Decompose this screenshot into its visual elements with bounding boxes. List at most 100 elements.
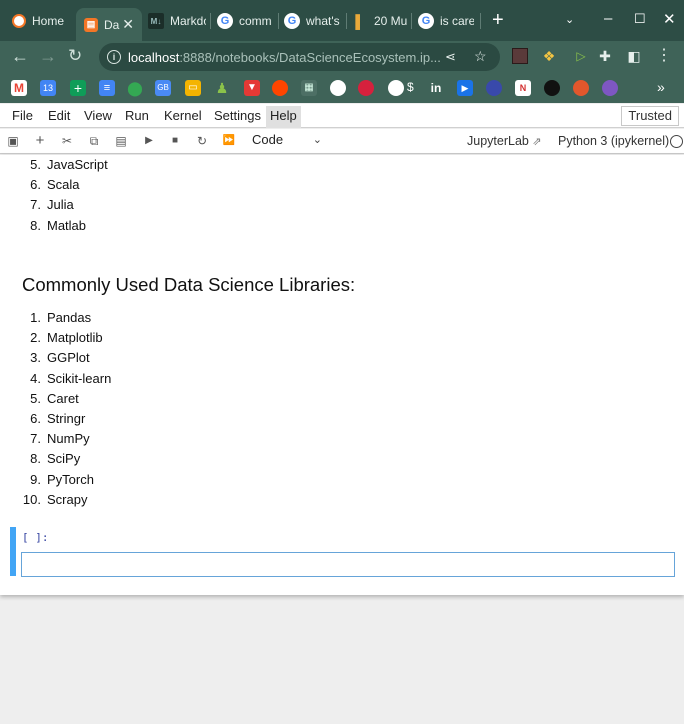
list-number: 8.	[30, 451, 41, 467]
google-bookmark-icon[interactable]: GB	[155, 80, 171, 96]
paste-icon[interactable]: ▤	[113, 133, 129, 149]
menu-settings[interactable]: Settings	[211, 108, 264, 126]
browser-toolbar: ← → ↻ i localhost:8888/notebooks/DataSci…	[0, 41, 684, 73]
tab-title: Markdo	[170, 14, 206, 28]
insert-cell-icon[interactable]: +	[32, 133, 48, 149]
reload-icon[interactable]: ↻	[68, 46, 82, 66]
list-number: 7.	[30, 197, 41, 213]
list-item: 8. SciPy	[30, 449, 111, 469]
tab-google-comm[interactable]: G comm	[217, 8, 273, 34]
list-text: GGPlot	[47, 350, 90, 366]
cut-icon[interactable]: ✂	[59, 133, 75, 149]
list-item: 3. GGPlot	[30, 348, 111, 368]
lifebuoy-icon[interactable]	[573, 80, 589, 96]
address-host: localhost	[128, 49, 180, 65]
bookmark-star-icon[interactable]: ☆	[474, 48, 487, 65]
list-text: JavaScript	[47, 157, 108, 172]
new-tab-icon[interactable]: +	[492, 9, 504, 32]
circle-bookmark-icon[interactable]	[602, 80, 618, 96]
markdown-icon: M↓	[148, 13, 164, 29]
open-jupyterlab-link[interactable]: JupyterLab ⇗	[467, 134, 542, 148]
tab-markdown[interactable]: M↓ Markdo	[148, 8, 206, 34]
restart-icon[interactable]: ↻	[194, 133, 210, 149]
jupyter-icon	[12, 14, 26, 28]
extension-play-icon[interactable]: ▷	[573, 48, 589, 64]
tab-20mu[interactable]: ▌ 20 Mu	[352, 8, 408, 34]
menu-view[interactable]: View	[81, 108, 115, 126]
list-number: 7.	[30, 431, 41, 447]
menu-run[interactable]: Run	[122, 108, 152, 126]
tab-title: Da	[104, 17, 120, 32]
tab-title: 20 Mu	[374, 14, 408, 28]
gmail-icon[interactable]: M	[11, 80, 27, 96]
tab-google-iscare[interactable]: G is care	[418, 8, 474, 34]
globe-icon[interactable]	[330, 80, 346, 96]
reddit-icon[interactable]	[272, 80, 288, 96]
tab-home[interactable]: Home	[12, 8, 74, 34]
linkedin-icon[interactable]: in	[428, 80, 444, 96]
minimize-icon[interactable]: –	[604, 10, 612, 27]
news-icon[interactable]: N	[515, 80, 531, 96]
google-icon: G	[217, 13, 233, 29]
tab-search-chevron-icon[interactable]: ⌄	[565, 13, 574, 26]
extensions-puzzle-icon[interactable]: ✚	[597, 48, 613, 64]
docs-icon[interactable]: ≡	[99, 80, 115, 96]
globe-dollar-icon[interactable]	[388, 80, 404, 96]
maximize-icon[interactable]: ☐	[634, 11, 646, 27]
extension-red-icon[interactable]	[512, 48, 528, 64]
calendar-icon[interactable]: 13	[40, 80, 56, 96]
side-panel-icon[interactable]: ◧	[626, 48, 642, 64]
menu-file[interactable]: File	[9, 108, 36, 126]
copy-icon[interactable]: ⧉	[86, 133, 102, 149]
address-bar[interactable]: i localhost:8888/notebooks/DataScienceEc…	[99, 43, 500, 71]
close-tab-icon[interactable]: ✕	[122, 16, 134, 33]
browser-tab-strip: Home ▤ Da ✕ M↓ Markdo G comm G what's ▌ …	[0, 0, 684, 41]
menu-help[interactable]: Help	[266, 106, 301, 128]
puzzle-bookmark-icon[interactable]: ▦	[301, 80, 317, 96]
run-icon[interactable]: ▶	[141, 133, 157, 149]
chess-icon[interactable]: ♟	[214, 80, 230, 96]
tab-title: what's	[306, 14, 340, 28]
save-icon[interactable]: ▣	[5, 133, 21, 149]
cell-type-select[interactable]: Code ⌄	[252, 132, 324, 150]
list-item: 9. PyTorch	[30, 470, 111, 490]
back-icon[interactable]: ←	[11, 46, 29, 66]
tab-separator	[278, 13, 279, 29]
list-item: 1. Pandas	[30, 308, 111, 328]
browser-menu-icon[interactable]: ⋮	[656, 48, 672, 64]
maps-icon[interactable]: ⬤	[127, 80, 143, 96]
notebook-panel: 5. JavaScript 6. Scala 7. Julia 8. Matlab Co…	[0, 155, 684, 595]
sheets-icon[interactable]: +	[70, 80, 86, 96]
trusted-indicator[interactable]: Trusted	[621, 106, 679, 126]
video-icon[interactable]: ▶	[457, 80, 473, 96]
github-icon[interactable]	[544, 80, 560, 96]
python-extension-icon[interactable]: ❖	[541, 48, 557, 64]
share-icon[interactable]: ⋖	[445, 49, 456, 65]
list-text: Scrapy	[47, 491, 88, 507]
list-text: NumPy	[47, 431, 90, 447]
forward-icon[interactable]: →	[39, 46, 57, 66]
interrupt-icon[interactable]: ■	[167, 133, 183, 149]
menu-kernel[interactable]: Kernel	[161, 108, 205, 126]
code-cell-input[interactable]	[21, 552, 675, 577]
tab-separator	[346, 13, 347, 29]
close-window-icon[interactable]: ✕	[663, 10, 676, 28]
dollar-icon[interactable]: $	[407, 80, 414, 94]
kernel-name[interactable]: Python 3 (ipykernel)	[558, 134, 669, 148]
slides-icon[interactable]: ▭	[185, 80, 201, 96]
list-text: Matlab	[47, 217, 87, 233]
menu-edit[interactable]: Edit	[45, 108, 73, 126]
kernel-status-icon	[670, 135, 683, 148]
libraries-list: 1. Pandas 2. Matplotlib 3. GGPlot 4. Scikit-…	[23, 308, 111, 510]
more-bookmarks-icon[interactable]: »	[657, 79, 665, 95]
list-item: 5. Caret	[30, 389, 111, 409]
restart-run-all-icon[interactable]: ⏩	[221, 133, 237, 149]
target-icon[interactable]	[358, 80, 374, 96]
pocket-icon[interactable]: ▼	[244, 80, 260, 96]
settings-bookmark-icon[interactable]	[486, 80, 502, 96]
tab-datascience[interactable]: ▤ Da ✕	[76, 8, 142, 41]
list-number: 4.	[30, 370, 41, 386]
site-info-icon[interactable]: i	[107, 50, 121, 64]
list-text: Scala	[47, 177, 80, 193]
tab-google-whats[interactable]: G what's	[284, 8, 340, 34]
